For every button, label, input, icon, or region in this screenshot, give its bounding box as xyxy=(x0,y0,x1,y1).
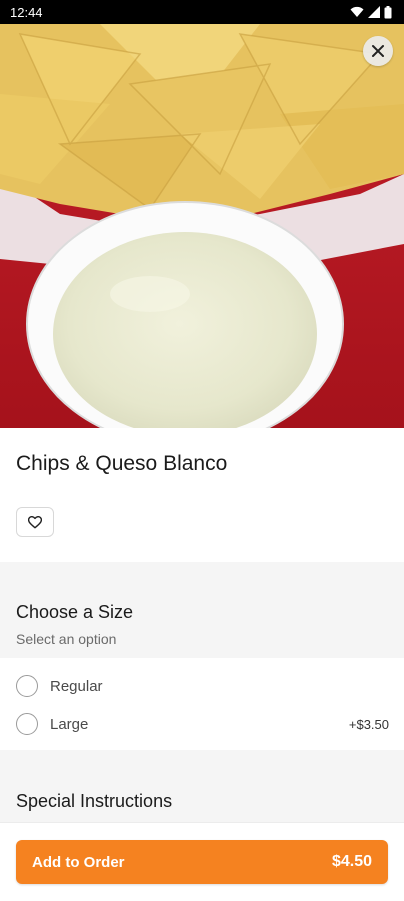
option-label: Regular xyxy=(50,677,103,695)
close-icon xyxy=(372,45,384,57)
signal-icon xyxy=(368,6,380,18)
special-instructions-section: Special Instructions xyxy=(0,750,404,830)
size-section-title: Choose a Size xyxy=(16,602,134,622)
wifi-icon xyxy=(350,6,364,17)
item-photo xyxy=(0,24,404,428)
status-icons xyxy=(350,5,392,19)
size-section-header: Choose a Size Select an option xyxy=(0,562,404,658)
special-instructions-title: Special Instructions xyxy=(16,791,173,811)
add-to-order-label: Add to Order xyxy=(32,853,125,871)
battery-icon xyxy=(384,5,392,18)
bottom-action-bar: Add to Order $4.50 xyxy=(0,822,404,901)
radio-regular[interactable] xyxy=(16,675,38,697)
close-button[interactable] xyxy=(363,36,393,66)
favorite-button[interactable] xyxy=(16,507,54,537)
option-label: Large xyxy=(50,715,89,733)
add-to-order-button[interactable]: Add to Order $4.50 xyxy=(16,840,388,884)
size-option-large[interactable]: Large +$3.50 xyxy=(0,705,404,743)
status-bar: 12:44 xyxy=(0,0,404,24)
option-price: +$3.50 xyxy=(348,716,389,732)
status-time: 12:44 xyxy=(10,4,43,20)
chips-queso-photo xyxy=(0,24,404,428)
heart-outline-icon xyxy=(28,515,42,528)
radio-large[interactable] xyxy=(16,713,38,735)
add-to-order-price: $4.50 xyxy=(331,853,372,870)
item-title: Chips & Queso Blanco xyxy=(16,452,228,475)
size-option-regular[interactable]: Regular xyxy=(0,667,404,705)
size-section-subtitle: Select an option xyxy=(16,631,117,647)
